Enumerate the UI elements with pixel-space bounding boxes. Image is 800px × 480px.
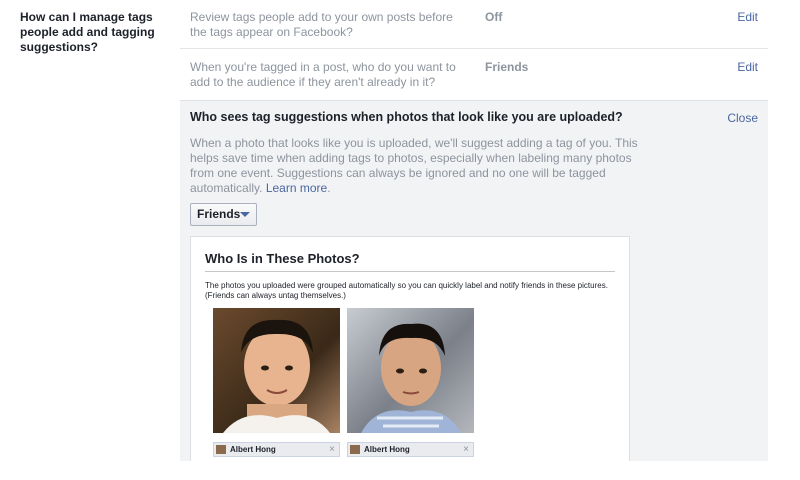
tag-chip: Albert Hong × — [347, 442, 474, 457]
remove-tag-icon[interactable]: × — [463, 443, 469, 456]
setting-description: When you're tagged in a post, who do you… — [190, 60, 456, 89]
setting-value: Friends — [485, 60, 529, 74]
period: . — [327, 181, 331, 195]
edit-link[interactable]: Edit — [737, 10, 758, 24]
tag-chip: Albert Hong × — [213, 442, 340, 457]
caret-down-icon — [240, 212, 250, 217]
learn-more-link[interactable]: Learn more — [266, 181, 327, 195]
expanded-setting-panel: Who sees tag suggestions when photos tha… — [180, 100, 768, 461]
tag-name: Albert Hong — [364, 445, 410, 454]
edit-link[interactable]: Edit — [737, 60, 758, 74]
section-title: How can I manage tags people add and tag… — [20, 10, 155, 54]
preview-description: The photos you uploaded were grouped aut… — [205, 281, 608, 300]
close-link[interactable]: Close — [727, 111, 758, 125]
divider — [205, 271, 615, 272]
avatar — [216, 445, 226, 454]
explanation-text: When a photo that looks like you is uplo… — [190, 136, 638, 195]
audience-dropdown[interactable]: Friends — [190, 203, 257, 226]
dropdown-value: Friends — [197, 207, 241, 221]
tag-suggestion-preview: Who Is in These Photos? The photos you u… — [190, 236, 630, 461]
photo-thumbnail — [347, 308, 474, 433]
setting-explanation: When a photo that looks like you is uplo… — [190, 136, 640, 196]
photo-thumbnail — [213, 308, 340, 433]
remove-tag-icon[interactable]: × — [329, 443, 335, 456]
avatar — [350, 445, 360, 454]
preview-title: Who Is in These Photos? — [205, 251, 360, 266]
setting-description: Review tags people add to your own posts… — [190, 10, 453, 39]
setting-row-review-tags: Review tags people add to your own posts… — [180, 10, 768, 49]
setting-row-tag-audience: When you're tagged in a post, who do you… — [180, 60, 768, 99]
setting-value: Off — [485, 10, 503, 24]
tag-name: Albert Hong — [230, 445, 276, 454]
setting-question: Who sees tag suggestions when photos tha… — [190, 110, 623, 124]
